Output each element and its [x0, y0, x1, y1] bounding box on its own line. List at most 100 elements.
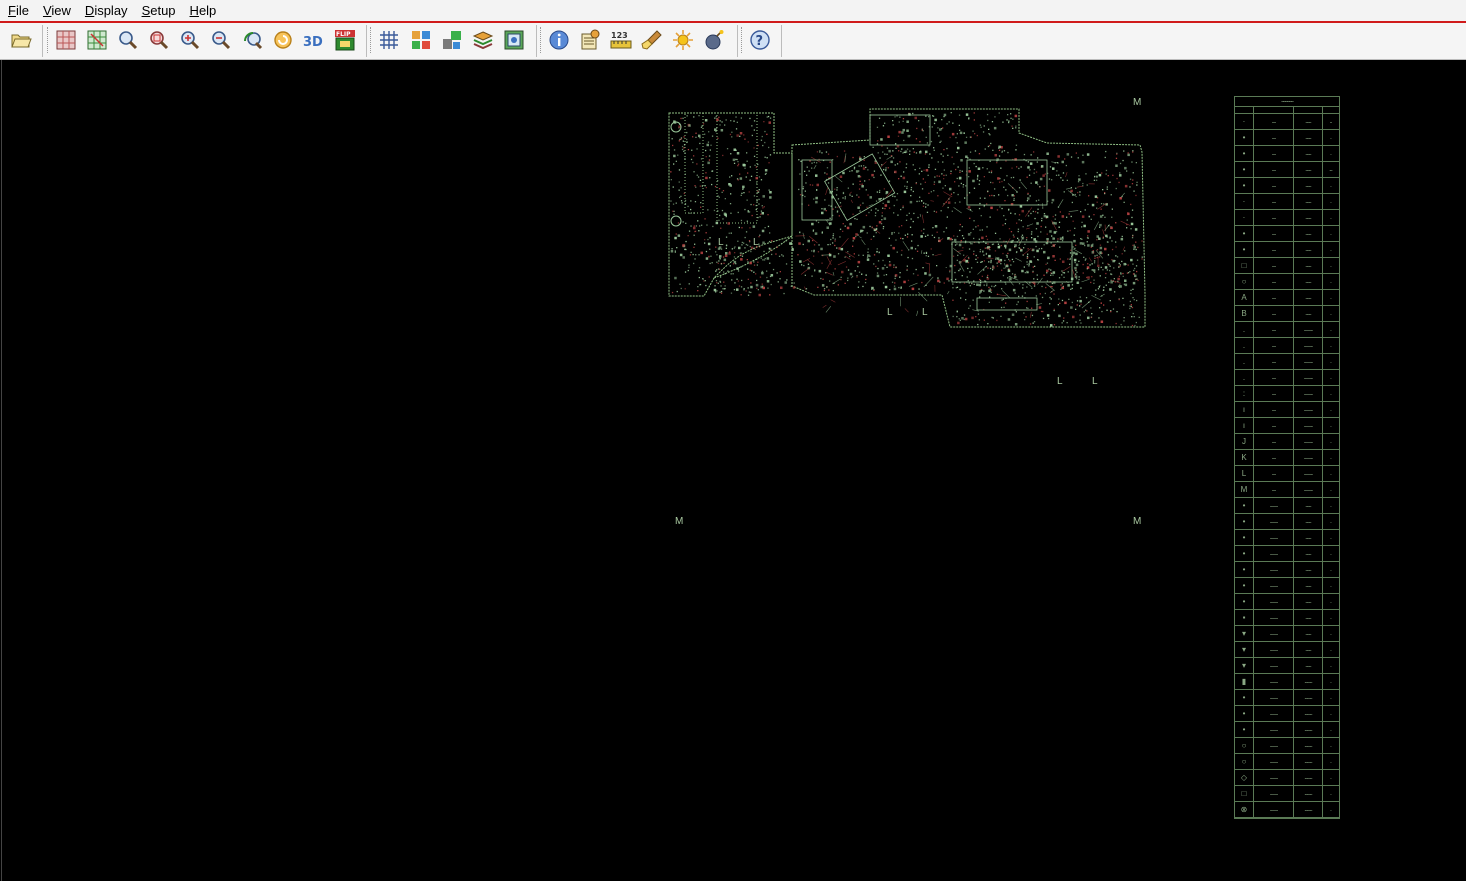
layer-table-cell: •: [1235, 578, 1254, 593]
layer-table-cell: .........: [1294, 402, 1323, 417]
layer-table-cell: .: [1330, 518, 1332, 525]
grid-view-icon[interactable]: [53, 27, 79, 53]
layer-table-cell: .: [1330, 694, 1332, 701]
layer-table-cell: .: [1330, 534, 1332, 541]
layer-table-row: ◇.................: [1235, 770, 1339, 786]
undo-view-icon[interactable]: [240, 27, 266, 53]
layer-table-cell: •: [1235, 498, 1254, 513]
layer-table-cell: K: [1235, 450, 1254, 465]
layer-table-cell: ........: [1294, 754, 1323, 769]
layer-table-row: ...............: [1235, 322, 1339, 338]
open-folder-icon[interactable]: [8, 27, 34, 53]
layer-table-cell: ....: [1254, 258, 1294, 273]
info-icon[interactable]: [546, 27, 572, 53]
edge-marker: L: [1092, 376, 1098, 387]
zoom-out-icon[interactable]: [208, 27, 234, 53]
layer-table-row: :..............: [1235, 386, 1339, 402]
layer-table-header: ..................: [1235, 97, 1339, 107]
layer-table-cell: ....: [1254, 290, 1294, 305]
layer-table-cell: ı: [1235, 418, 1254, 433]
measure-icon[interactable]: 123: [608, 27, 634, 53]
layer-table-cell: .........: [1294, 418, 1323, 433]
layer-table-cell: ........: [1294, 802, 1323, 817]
3d-view-icon[interactable]: 3D: [300, 27, 326, 53]
layer-table-cell: ......: [1294, 642, 1323, 657]
layer-table-cell: .: [1330, 358, 1332, 365]
layer-table-cell: .: [1330, 454, 1332, 461]
brightness-icon[interactable]: [670, 27, 696, 53]
redo-view-icon[interactable]: [270, 27, 296, 53]
layer-table-row: •.................: [1235, 690, 1339, 706]
layer-table-cell: .: [1330, 502, 1332, 509]
layer-table-cell: ........: [1294, 706, 1323, 721]
svg-text:?: ?: [756, 34, 764, 49]
components-icon[interactable]: [408, 27, 434, 53]
layer-table-cell: .: [1330, 758, 1332, 765]
layer-table-row: ...............: [1235, 354, 1339, 370]
zoom-window-icon[interactable]: [146, 27, 172, 53]
menu-setup[interactable]: Setup: [136, 3, 182, 18]
layer-table-cell: ......: [1294, 562, 1323, 577]
zoom-area-icon[interactable]: [115, 27, 141, 53]
menu-file[interactable]: File: [2, 3, 35, 18]
layer-table-row: ▪...............: [1235, 610, 1339, 626]
layer-table-row: ⊗.................: [1235, 802, 1339, 818]
layer-table-row: •...............: [1235, 578, 1339, 594]
menu-view[interactable]: View: [37, 3, 77, 18]
layer-table-row: ·............: [1235, 114, 1339, 130]
layer-table-cell: ......: [1294, 290, 1323, 305]
layer-table-cell: ........: [1254, 754, 1294, 769]
layer-table-cell: .: [1330, 406, 1332, 413]
menu-help[interactable]: Help: [184, 3, 223, 18]
layer-table-cell: ..: [1329, 118, 1333, 125]
layers-icon[interactable]: [470, 27, 496, 53]
layer-table-cell: ........: [1254, 514, 1294, 529]
layer-table-cell: ........: [1254, 674, 1294, 689]
layer-table-row: □...........: [1235, 258, 1339, 274]
layer-table-row: ▮.................: [1235, 674, 1339, 690]
edge-marker: L: [1057, 376, 1063, 387]
layer-table-row: •...........: [1235, 146, 1339, 162]
layer-table-cell: ....: [1254, 162, 1294, 177]
layer-table-cell: ........: [1254, 578, 1294, 593]
layer-table-cell: ........: [1294, 786, 1323, 801]
layer-table-row: B...........: [1235, 306, 1339, 322]
layer-table-cell: ........: [1294, 738, 1323, 753]
layer-table-row: •...............: [1235, 498, 1339, 514]
layer-table-cell: •: [1235, 546, 1254, 561]
layer-table-cell: •: [1235, 146, 1254, 161]
layer-table-cell: ....: [1254, 482, 1294, 497]
layer-table-cell: ........: [1254, 770, 1294, 785]
highlight-brush-icon[interactable]: [639, 27, 665, 53]
layer-table-cell: .: [1330, 246, 1332, 253]
layer-table-cell: ·: [1235, 114, 1254, 129]
grid-fit-icon[interactable]: [84, 27, 110, 53]
layer-table-cell: ....: [1254, 306, 1294, 321]
board-outline-icon[interactable]: [501, 27, 527, 53]
layer-table-cell: .........: [1294, 370, 1323, 385]
layer-table-cell: .: [1330, 182, 1332, 189]
layer-table-cell: .: [1330, 422, 1332, 429]
menu-display[interactable]: Display: [79, 3, 134, 18]
help-icon[interactable]: ?: [747, 27, 773, 53]
layer-table-cell: ........: [1254, 802, 1294, 817]
layer-table-row: ▾...............: [1235, 626, 1339, 642]
layer-table-cell: ........: [1254, 658, 1294, 673]
board-canvas[interactable]: M M M L L L L L L .................. ·..…: [1, 60, 1466, 881]
layer-table-cell: ........: [1254, 610, 1294, 625]
properties-icon[interactable]: [577, 27, 603, 53]
layer-table-cell: □: [1235, 258, 1254, 273]
grid-icon[interactable]: [376, 27, 402, 53]
layer-table-cell: .........: [1294, 434, 1323, 449]
bomb-icon[interactable]: [701, 27, 727, 53]
layer-table-row: •...............: [1235, 514, 1339, 530]
board-outline-main: [713, 108, 1146, 328]
layer-table-cell: ......: [1294, 114, 1323, 129]
zoom-in-icon[interactable]: [177, 27, 203, 53]
flip-board-icon[interactable]: FLIP: [332, 27, 358, 53]
layer-table-cell: •: [1235, 130, 1254, 145]
edge-marker: L: [753, 237, 759, 248]
component-layout-icon[interactable]: [439, 27, 465, 53]
layer-table-cell: .: [1330, 470, 1332, 477]
layer-table-row: M..............: [1235, 482, 1339, 498]
